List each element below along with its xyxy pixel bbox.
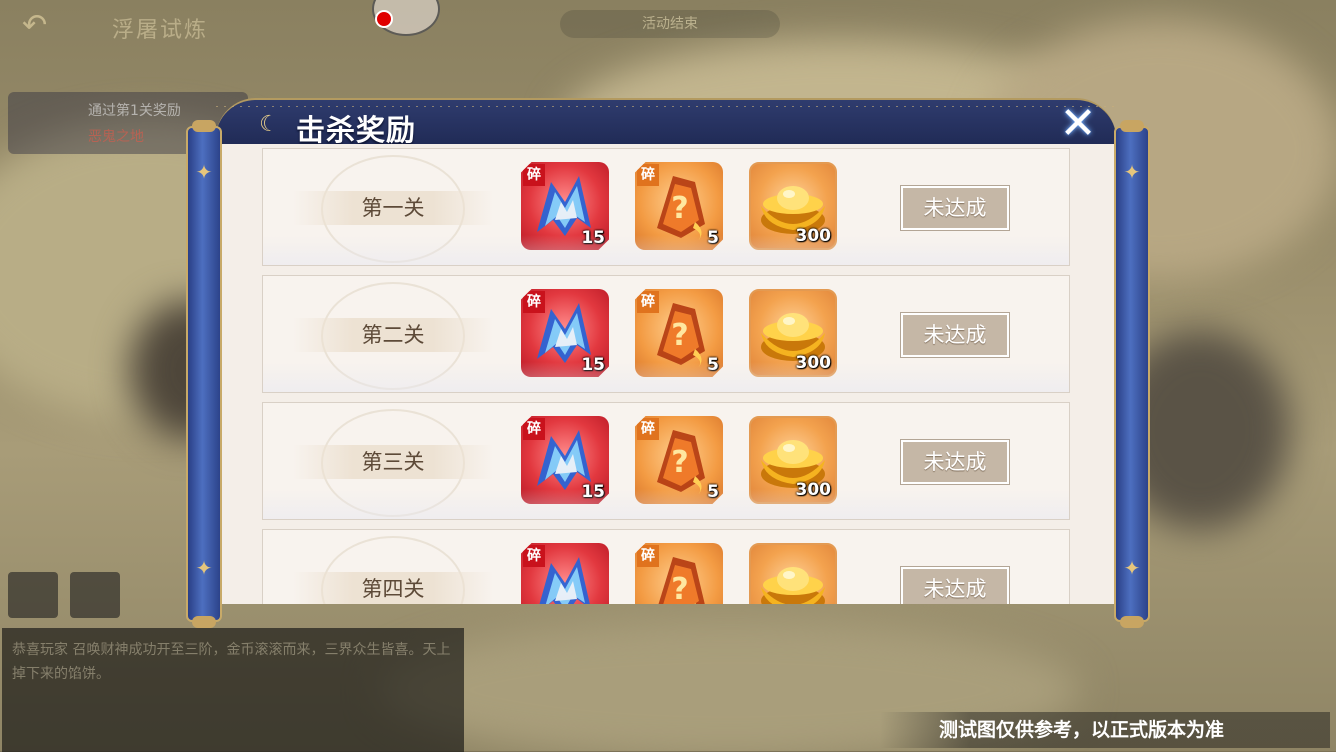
fragment-tag: 碎 <box>523 291 545 313</box>
star-icon: ✦ <box>195 160 213 184</box>
fragment-tag: 碎 <box>637 545 659 567</box>
item-quantity: 15 <box>581 228 605 248</box>
moon-icon: ☾ <box>259 112 279 137</box>
mystery-shard-item[interactable]: ? 碎 5 <box>635 162 723 250</box>
gold-ingot-item[interactable] <box>749 543 837 604</box>
skill-button-2[interactable] <box>70 572 120 618</box>
reward-list[interactable]: 第一关碎 15? 碎 5 300 未达成 第二关碎 15? 碎 5 300 未达成 第三关碎 15? 碎 5 3… <box>222 144 1114 604</box>
fragment-tag: 碎 <box>523 418 545 440</box>
item-quantity: 5 <box>707 228 719 248</box>
item-quantity: 300 <box>795 480 832 500</box>
mystery-shard-item[interactable]: ? 碎 5 <box>635 416 723 504</box>
event-banner: 活动结束 <box>560 10 780 38</box>
blue-shard-item[interactable]: 碎 15 <box>521 416 609 504</box>
item-quantity: 300 <box>795 353 832 373</box>
chat-panel[interactable]: 恭喜玩家 召唤财神成功开至三阶，金币滚滚而来，三界众生皆喜。天上掉下来的馅饼。 <box>2 628 464 752</box>
item-quantity: 5 <box>707 355 719 375</box>
scroll-roller-left: ✦ ✦ <box>186 120 222 628</box>
stage-label: 第一关 <box>361 196 425 220</box>
fragment-tag: 碎 <box>523 164 545 186</box>
disclaimer-text: 测试图仅供参考，以正式版本为准 <box>880 712 1330 748</box>
modal-title: 击杀奖励 <box>296 113 417 147</box>
gold-ingot-item[interactable]: 300 <box>749 289 837 377</box>
boss-tag: 恶鬼之地 <box>88 129 144 145</box>
claim-status-button[interactable]: 未达成 <box>900 439 1010 485</box>
fragment-tag: 碎 <box>637 418 659 440</box>
star-icon: ✦ <box>1123 160 1141 184</box>
svg-text:?: ? <box>671 572 688 604</box>
scroll-roller-right: ✦ ✦ <box>1114 120 1150 628</box>
chat-message: 恭喜玩家 召唤财神成功开至三阶，金币滚滚而来，三界众生皆喜。天上掉下来的馅饼。 <box>12 642 451 682</box>
stage-label: 第二关 <box>361 323 425 347</box>
gold-ingot-item[interactable]: 300 <box>749 416 837 504</box>
close-button[interactable]: ✕ <box>1054 102 1102 150</box>
svg-text:?: ? <box>671 445 688 480</box>
blue-shard-item[interactable]: 碎 <box>521 543 609 604</box>
kill-reward-modal: ☾ 击杀奖励 ✕ ✦ ✦ ✦ ✦ 第一关碎 15? 碎 5 300 未达成 第二关碎 15? 碎… <box>186 92 1152 628</box>
reward-row: 第四关碎? 碎未达成 <box>262 529 1070 604</box>
item-quantity: 15 <box>581 482 605 502</box>
reward-row: 第三关 碎 15? 碎 5 300 未达成 <box>262 402 1070 520</box>
reward-row: 第二关 碎 15? 碎 5 300 未达成 <box>262 275 1070 393</box>
mystery-shard-item[interactable]: ? 碎 5 <box>635 289 723 377</box>
mystery-shard-item[interactable]: ? 碎 <box>635 543 723 604</box>
stage-label: 第三关 <box>361 450 425 474</box>
blue-shard-item[interactable]: 碎 15 <box>521 162 609 250</box>
claim-status-button[interactable]: 未达成 <box>900 566 1010 604</box>
notification-dot-icon <box>375 10 393 28</box>
reward-row: 第一关 碎 15? 碎 5 300 未达成 <box>262 148 1070 266</box>
svg-text:?: ? <box>671 318 688 353</box>
fragment-tag: 碎 <box>637 291 659 313</box>
item-quantity: 5 <box>707 482 719 502</box>
fragment-tag: 碎 <box>637 164 659 186</box>
claim-status-button[interactable]: 未达成 <box>900 312 1010 358</box>
stage-title: 浮屠试炼 <box>112 18 209 43</box>
item-quantity: 15 <box>581 355 605 375</box>
stage-label: 第四关 <box>361 577 425 601</box>
blue-shard-item[interactable]: 碎 15 <box>521 289 609 377</box>
fragment-tag: 碎 <box>523 545 545 567</box>
svg-text:?: ? <box>671 191 688 226</box>
gold-ingot-item[interactable]: 300 <box>749 162 837 250</box>
boss-name: 通过第1关奖励 <box>88 103 181 119</box>
skill-button-1[interactable] <box>8 572 58 618</box>
star-icon: ✦ <box>1123 556 1141 580</box>
item-quantity: 300 <box>795 226 832 246</box>
claim-status-button[interactable]: 未达成 <box>900 185 1010 231</box>
back-arrow-icon[interactable]: ↶ <box>22 8 82 44</box>
star-icon: ✦ <box>195 556 213 580</box>
